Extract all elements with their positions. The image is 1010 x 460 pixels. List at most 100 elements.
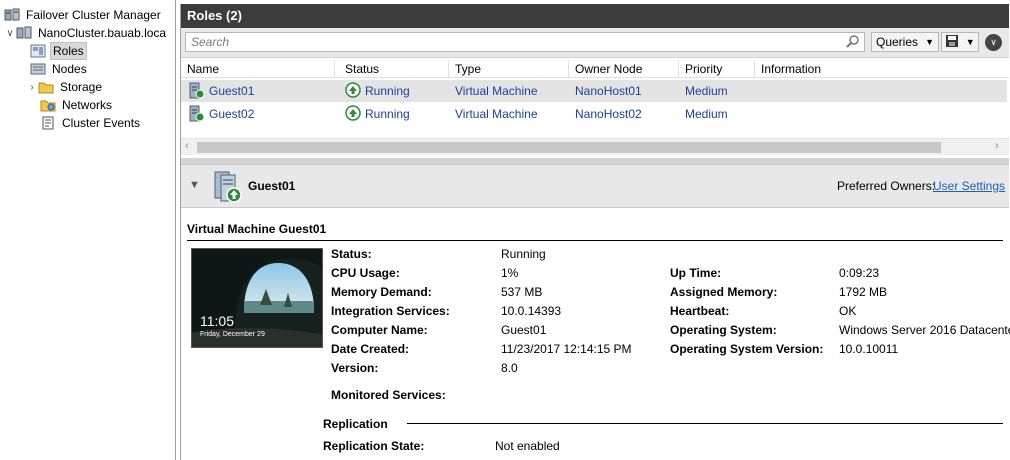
version-value: 8.0 [501, 361, 518, 375]
networks-icon [40, 98, 56, 112]
operating-system-label: Operating System: [670, 323, 777, 337]
horizontal-scrollbar[interactable]: ‹ › [181, 138, 1009, 155]
storage-folder-icon [38, 80, 54, 94]
thumbnail-time: 11:05 [200, 313, 234, 329]
navigation-tree: Failover Cluster Manager ∨ NanoCluster.b… [0, 0, 176, 460]
role-name[interactable]: Guest02 [209, 107, 254, 121]
tree-item-roles[interactable]: Roles [30, 42, 87, 60]
roles-pane: Roles (2) Search Queries ▼ ▼ ∨ Name Stat… [180, 4, 1010, 460]
roles-title: Roles (2) [181, 4, 1009, 28]
section-divider [187, 240, 1003, 241]
column-header-name[interactable]: Name [181, 60, 335, 78]
tree-cluster-label: NanoCluster.bauab.loca [38, 26, 167, 40]
vm-section-title: Virtual Machine Guest01 [187, 222, 327, 236]
role-status: Running [365, 107, 410, 121]
table-row[interactable]: Guest02 Running Virtual Machine NanoHost… [181, 103, 1007, 125]
tree-item-label: Cluster Events [62, 116, 141, 130]
running-status-icon [345, 105, 361, 124]
cpu-usage-value: 1% [501, 266, 519, 280]
replication-section-title: Replication [323, 417, 388, 431]
assigned-memory-label: Assigned Memory: [670, 285, 778, 299]
operating-system-value: Windows Server 2016 Datacenter [839, 323, 1010, 337]
role-name[interactable]: Guest01 [209, 84, 254, 98]
scrollbar-thumb[interactable] [197, 142, 941, 153]
tree-item-label: Nodes [52, 62, 87, 76]
status-value: Running [501, 247, 546, 261]
cpu-usage-label: CPU Usage: [331, 266, 400, 280]
collapse-chevron-icon[interactable]: ∨ [985, 34, 1002, 51]
up-time-value: 0:09:23 [839, 266, 880, 280]
memory-demand-value: 537 MB [501, 285, 543, 299]
computer-name-value: Guest01 [501, 323, 547, 337]
tree-item-cluster[interactable]: ∨ NanoCluster.bauab.loca [4, 24, 168, 42]
details-header: ▼ Guest01 Preferred Owners: User Setting… [181, 164, 1009, 208]
running-status-icon [345, 82, 361, 101]
search-input[interactable]: Search [185, 32, 865, 52]
collapsed-chevron-icon[interactable]: › [26, 82, 38, 93]
column-header-information[interactable]: Information [755, 60, 1009, 78]
computer-name-label: Computer Name: [331, 323, 428, 337]
search-icon[interactable] [845, 34, 861, 50]
role-owner-node: NanoHost02 [575, 107, 642, 121]
tree-item-label: Storage [60, 80, 103, 94]
date-created-label: Date Created: [331, 342, 410, 356]
role-priority: Medium [685, 107, 728, 121]
tree-item-nodes[interactable]: Nodes [30, 60, 89, 78]
tree-item-networks[interactable]: Networks [40, 96, 114, 114]
role-status: Running [365, 84, 410, 98]
up-time-label: Up Time: [670, 266, 722, 280]
role-owner-node: NanoHost01 [575, 84, 642, 98]
column-header-owner-node[interactable]: Owner Node [569, 60, 679, 78]
tree-root-label: Failover Cluster Manager [26, 8, 161, 22]
user-settings-link[interactable]: User Settings [933, 179, 1005, 193]
save-icon [945, 34, 959, 51]
os-version-label: Operating System Version: [670, 342, 824, 356]
cluster-icon [16, 26, 32, 40]
collapse-details-chevron-icon[interactable]: ▼ [189, 179, 200, 191]
vm-screen-thumbnail[interactable]: 11:05 Friday, December 29 [191, 248, 323, 348]
save-query-button[interactable]: ▼ [941, 32, 979, 52]
preferred-owners-label: Preferred Owners: [837, 179, 936, 193]
scroll-right-arrow-icon[interactable]: › [995, 140, 999, 152]
monitored-services-label: Monitored Services: [331, 388, 446, 402]
replication-divider [407, 423, 1003, 424]
tree-item-label: Roles [50, 42, 87, 60]
tree-item-label: Networks [62, 98, 113, 112]
expanded-chevron-icon[interactable]: ∨ [4, 28, 16, 39]
assigned-memory-value: 1792 MB [839, 285, 888, 299]
tree-item-storage[interactable]: › Storage [28, 78, 104, 96]
replication-state-label: Replication State: [323, 439, 425, 453]
queries-dropdown[interactable]: Queries ▼ [871, 32, 939, 52]
tree-root-failover-cluster-manager[interactable]: Failover Cluster Manager [4, 6, 163, 24]
cluster-events-icon [40, 116, 56, 130]
vm-icon [189, 105, 205, 126]
replication-state-value: Not enabled [495, 439, 560, 453]
date-created-value: 11/23/2017 12:14:15 PM [501, 342, 632, 356]
role-priority: Medium [685, 84, 728, 98]
status-label: Status: [331, 247, 372, 261]
roles-icon [30, 44, 46, 58]
heartbeat-label: Heartbeat: [670, 304, 730, 318]
thumbnail-date: Friday, December 29 [200, 331, 265, 338]
vm-icon [189, 82, 205, 103]
cluster-manager-icon [4, 8, 20, 22]
details-vm-name: Guest01 [248, 179, 296, 193]
column-header-type[interactable]: Type [449, 60, 569, 78]
dropdown-arrow-icon: ▼ [925, 37, 934, 47]
queries-label: Queries [876, 35, 919, 49]
column-header-status[interactable]: Status [339, 60, 449, 78]
roles-grid: Name Status Type Owner Node Priority Inf… [181, 60, 1009, 158]
table-row[interactable]: Guest01 Running Virtual Machine NanoHost… [181, 80, 1007, 102]
version-label: Version: [331, 361, 379, 375]
heartbeat-value: OK [839, 304, 857, 318]
column-header-priority[interactable]: Priority [679, 60, 755, 78]
nodes-icon [30, 62, 46, 76]
role-type: Virtual Machine [455, 84, 538, 98]
role-type: Virtual Machine [455, 107, 538, 121]
grid-header: Name Status Type Owner Node Priority Inf… [181, 60, 1009, 78]
tree-item-cluster-events[interactable]: Cluster Events [40, 114, 142, 132]
scroll-left-arrow-icon[interactable]: ‹ [185, 140, 189, 152]
memory-demand-label: Memory Demand: [331, 285, 432, 299]
integration-services-value: 10.0.14393 [501, 304, 562, 318]
search-toolbar: Search Queries ▼ ▼ ∨ [181, 28, 1009, 58]
